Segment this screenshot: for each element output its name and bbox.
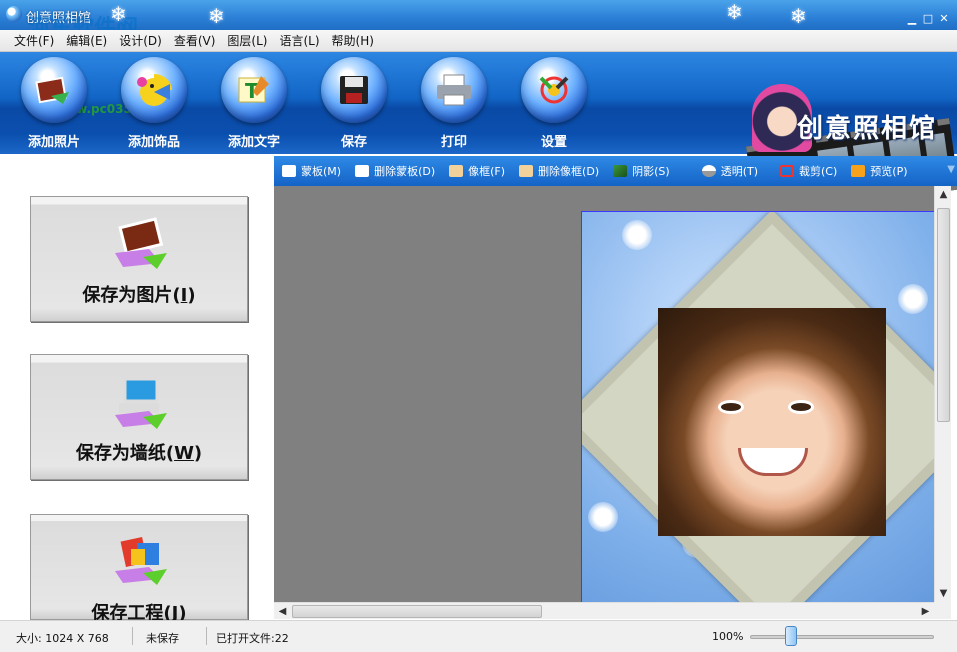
print-label: 打印 bbox=[440, 135, 467, 150]
vertical-scrollbar[interactable]: ▲ ▼ bbox=[934, 186, 951, 602]
zoom-level-text: 100% bbox=[712, 630, 744, 643]
crop-icon bbox=[780, 165, 795, 177]
delete-frame-button[interactable]: 删除像框(D) bbox=[519, 163, 599, 179]
photo-image[interactable]: ♥ bbox=[581, 211, 934, 602]
transparency-icon bbox=[701, 165, 716, 177]
snowflake-icon: ❄ bbox=[790, 4, 807, 28]
status-bar: 大小: 1024 X 768 未保存 已打开文件:22 100% bbox=[0, 620, 957, 652]
settings-icon bbox=[521, 57, 587, 123]
snowflake-icon bbox=[622, 220, 652, 250]
snowflake-icon bbox=[588, 502, 618, 532]
portrait bbox=[658, 308, 886, 536]
restore-button[interactable]: □ bbox=[921, 13, 935, 25]
brand-title: 创意照相馆 bbox=[796, 114, 937, 144]
preview-icon bbox=[851, 165, 866, 177]
save-project-icon bbox=[109, 535, 171, 591]
menu-view[interactable]: 查看(V) bbox=[168, 32, 222, 49]
add-decoration-icon bbox=[121, 57, 187, 123]
overflow-arrow-icon[interactable]: ▼ bbox=[947, 164, 955, 175]
save-as-wallpaper-label: 保存为墙纸(W) bbox=[75, 443, 203, 464]
add-decoration-label: 添加饰品 bbox=[127, 135, 180, 150]
save-button[interactable]: 保存 bbox=[304, 57, 404, 152]
add-photo-label: 添加照片 bbox=[27, 135, 80, 150]
shadow-icon bbox=[613, 165, 628, 177]
delete-mask-icon bbox=[355, 165, 370, 177]
horizontal-scrollbar[interactable]: ◀ ▶ bbox=[274, 602, 934, 619]
main-toolbar: www.pc0359.cn 添加照片 添加饰品 T 添加文字 保存 打印 设置 … bbox=[0, 52, 957, 218]
save-project-button[interactable]: 保存工程(J) bbox=[30, 514, 248, 624]
photo-frame[interactable] bbox=[582, 212, 934, 602]
snowflake-icon bbox=[898, 284, 928, 314]
menu-file[interactable]: 文件(F) bbox=[8, 32, 60, 49]
scroll-down-icon[interactable]: ▼ bbox=[935, 588, 952, 599]
frame-icon bbox=[449, 165, 464, 177]
menu-language[interactable]: 语言(L) bbox=[273, 32, 325, 49]
scroll-left-icon[interactable]: ◀ bbox=[274, 606, 291, 617]
shadow-button[interactable]: 阴影(S) bbox=[613, 163, 670, 179]
save-as-image-label: 保存为图片(I) bbox=[82, 285, 196, 306]
print-icon bbox=[421, 57, 487, 123]
vertical-scroll-thumb[interactable] bbox=[937, 208, 950, 422]
mask-button[interactable]: 蒙板(M) bbox=[282, 163, 341, 179]
menu-edit[interactable]: 编辑(E) bbox=[60, 32, 113, 49]
scroll-up-icon[interactable]: ▲ bbox=[935, 189, 952, 200]
delete-frame-icon bbox=[519, 165, 534, 177]
save-label: 保存 bbox=[340, 135, 367, 150]
add-text-label: 添加文字 bbox=[227, 135, 280, 150]
crop-button[interactable]: 裁剪(C) bbox=[780, 163, 837, 179]
save-icon bbox=[321, 57, 387, 123]
image-size-status: 大小: 1024 X 768 bbox=[16, 632, 109, 645]
add-text-icon: T bbox=[221, 57, 287, 123]
zoom-slider-thumb[interactable] bbox=[785, 626, 797, 646]
minimize-button[interactable]: ▁ bbox=[905, 13, 919, 25]
close-button[interactable]: ✕ bbox=[937, 13, 951, 25]
settings-button[interactable]: 设置 bbox=[504, 57, 604, 152]
add-text-button[interactable]: T 添加文字 bbox=[204, 57, 304, 152]
preview-button[interactable]: 预览(P) bbox=[851, 163, 908, 179]
save-as-image-button[interactable]: 保存为图片(I) bbox=[30, 196, 248, 322]
snowflake-icon: ❄ bbox=[110, 2, 127, 26]
save-as-wallpaper-button[interactable]: 保存为墙纸(W) bbox=[30, 354, 248, 480]
snowflake-icon: ❄ bbox=[726, 0, 743, 24]
transparency-button[interactable]: 透明(T) bbox=[701, 163, 758, 179]
save-as-image-icon bbox=[109, 217, 171, 273]
settings-label: 设置 bbox=[540, 135, 567, 150]
menu-layer[interactable]: 图层(L) bbox=[221, 32, 273, 49]
menu-bar: 文件(F) 编辑(E) 设计(D) 查看(V) 图层(L) 语言(L) 帮助(H… bbox=[0, 30, 957, 52]
save-status: 未保存 bbox=[146, 632, 179, 645]
scroll-corner bbox=[934, 602, 951, 619]
mask-icon bbox=[282, 165, 296, 177]
delete-mask-button[interactable]: 删除蒙板(D) bbox=[355, 163, 435, 179]
edit-toolbar: 蒙板(M) 删除蒙板(D) 像框(F) 删除像框(D) 阴影(S) 透明(T) … bbox=[274, 156, 957, 186]
app-icon bbox=[6, 6, 22, 22]
add-photo-button[interactable]: 添加照片 bbox=[4, 57, 104, 152]
menu-help[interactable]: 帮助(H) bbox=[326, 32, 380, 49]
frame-button[interactable]: 像框(F) bbox=[449, 163, 505, 179]
photo-canvas[interactable]: ♥ bbox=[274, 186, 934, 602]
print-button[interactable]: 打印 bbox=[404, 57, 504, 152]
add-decoration-button[interactable]: 添加饰品 bbox=[104, 57, 204, 152]
add-photo-icon bbox=[21, 57, 87, 123]
scroll-right-icon[interactable]: ▶ bbox=[917, 606, 934, 617]
save-as-wallpaper-icon bbox=[109, 375, 171, 431]
zoom-slider[interactable] bbox=[750, 635, 934, 639]
menu-design[interactable]: 设计(D) bbox=[113, 32, 168, 49]
left-panel: 保存为图片(I) 保存为墙纸(W) 保存工程(J) bbox=[0, 154, 270, 624]
horizontal-scroll-thumb[interactable] bbox=[292, 605, 542, 618]
opened-files-status: 已打开文件:22 bbox=[216, 632, 289, 645]
title-bar: 创意照相馆 河东软件网 ❄ ❄ ❄ ❄ ▁ □ ✕ bbox=[0, 0, 957, 41]
snowflake-icon: ❄ bbox=[208, 4, 225, 28]
